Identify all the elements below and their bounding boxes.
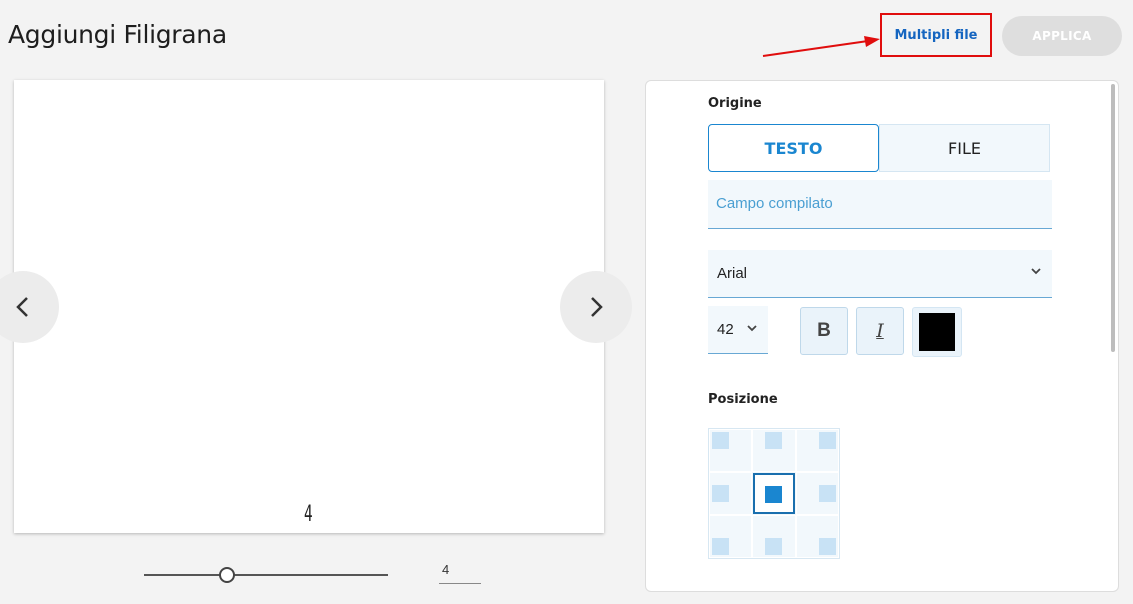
position-center[interactable]: [753, 473, 795, 514]
multiple-files-button[interactable]: Multipli file: [880, 13, 992, 57]
slider-track: [144, 574, 388, 576]
position-marker: [765, 432, 783, 449]
position-marker: [712, 432, 729, 449]
position-marker: [818, 432, 836, 449]
chevron-down-icon: [1031, 268, 1041, 275]
font-select-value: Arial: [717, 265, 748, 282]
position-marker: [712, 538, 729, 555]
position-middle-right[interactable]: [795, 472, 839, 515]
preview-page-number: 4: [304, 502, 313, 527]
page-slider[interactable]: [144, 567, 388, 583]
position-marker: [818, 485, 836, 502]
position-bottom-left[interactable]: [709, 515, 753, 558]
position-grid: [708, 428, 840, 559]
position-top-left[interactable]: [709, 429, 753, 472]
chevron-right-icon: [591, 297, 603, 317]
position-bottom-right[interactable]: [795, 515, 839, 558]
slider-thumb[interactable]: [219, 567, 235, 583]
font-size-value: 42: [717, 321, 734, 338]
position-marker-selected: [765, 486, 783, 503]
tab-text[interactable]: TESTO: [708, 124, 879, 172]
position-marker: [712, 485, 729, 502]
chevron-left-icon: [16, 297, 28, 317]
color-swatch: [919, 313, 955, 351]
apply-button[interactable]: APPLICA: [1002, 16, 1122, 56]
position-middle-left[interactable]: [709, 472, 753, 515]
tab-file[interactable]: FILE: [879, 124, 1050, 172]
position-marker: [765, 538, 783, 555]
chevron-down-icon: [747, 325, 757, 332]
position-bottom-center[interactable]: [752, 515, 796, 558]
position-top-center[interactable]: [752, 429, 796, 472]
bold-button[interactable]: B: [800, 307, 848, 355]
page-number-input[interactable]: 4: [439, 562, 481, 584]
position-label: Posizione: [708, 392, 778, 407]
panel-scrollbar[interactable]: [1111, 84, 1115, 352]
annotation-arrow-icon: [762, 36, 880, 57]
color-picker-button[interactable]: [912, 307, 962, 357]
origin-toggle: TESTO FILE: [708, 124, 1050, 172]
italic-button[interactable]: I: [856, 307, 904, 355]
font-size-select[interactable]: 42: [708, 306, 768, 354]
page-title: Aggiungi Filigrana: [8, 20, 227, 49]
watermark-text-input[interactable]: Campo compilato: [708, 180, 1052, 229]
next-page-button[interactable]: [560, 271, 632, 343]
origin-label: Origine: [708, 96, 762, 111]
position-marker: [818, 538, 836, 555]
font-select[interactable]: Arial: [708, 250, 1052, 298]
document-preview: 4: [14, 80, 604, 533]
position-top-right[interactable]: [795, 429, 839, 472]
